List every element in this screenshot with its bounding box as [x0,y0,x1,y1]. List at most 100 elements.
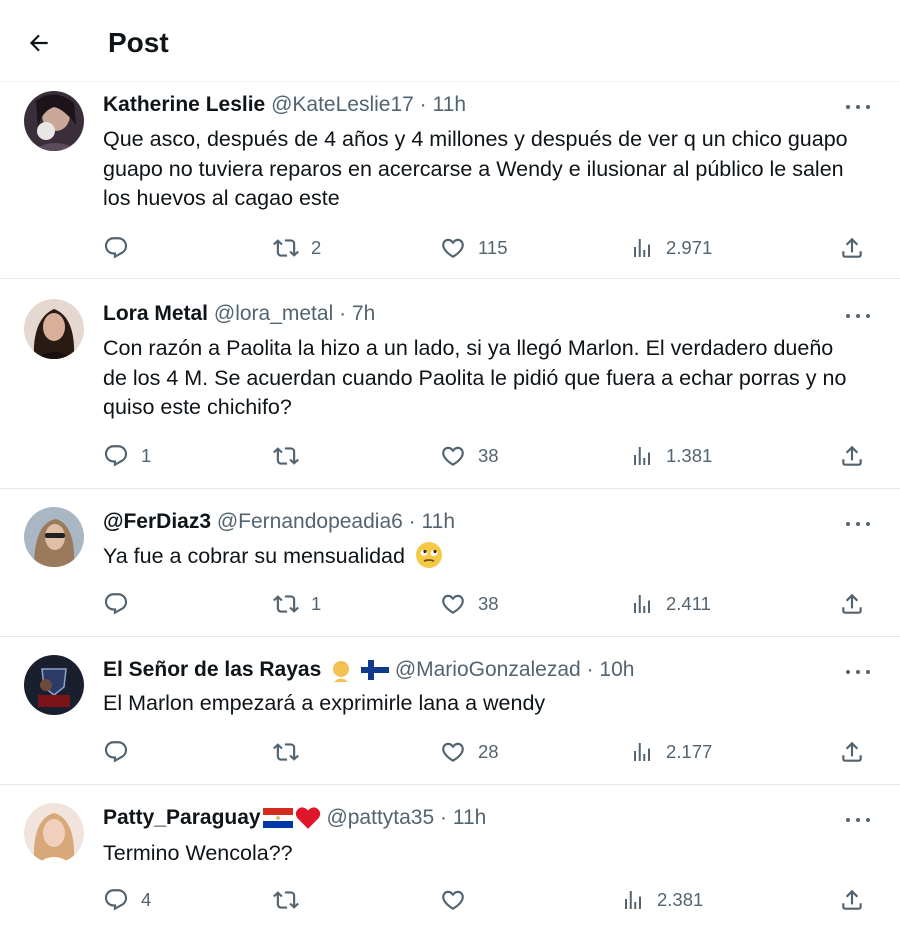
separator-dot: · [408,510,416,533]
author-name[interactable]: Lora Metal [103,302,208,325]
like-count: 28 [478,741,499,762]
reply-tweet[interactable]: Lora Metal @lora_metal · 7h Con razón a … [0,279,900,489]
reply-icon [104,889,128,911]
views-chart-icon [625,891,641,909]
author-handle[interactable]: @pattyta35 [326,806,434,829]
reply-tweet[interactable]: El Señor de las Rayas @MarioGonzalezad ·… [0,637,900,785]
share-button[interactable] [839,441,865,471]
retweet-button[interactable] [273,737,311,767]
avatar[interactable] [24,655,84,715]
view-count: 2.411 [666,593,711,614]
author-handle[interactable]: @lora_metal [214,302,333,325]
like-button[interactable]: 38 [440,589,499,619]
views-chart-icon [634,447,650,465]
timestamp[interactable]: 11h [453,806,486,829]
share-icon [842,889,862,910]
views-chart-icon [634,743,650,761]
reply-tweet[interactable]: Katherine Leslie @KateLeslie17 · 11h Que… [0,82,900,279]
avatar[interactable] [24,507,84,567]
views-button[interactable]: 2.411 [630,589,711,619]
more-options-button[interactable] [846,102,870,112]
like-count: 38 [478,445,499,466]
views-button[interactable]: 1.381 [630,441,712,471]
reply-count: 4 [141,889,152,910]
share-icon [842,593,862,614]
tweet-text: Con razón a Paolita la hizo a un lado, s… [103,336,847,419]
like-button[interactable] [440,885,478,915]
views-chart-icon [634,595,650,613]
tweet-body: Ya fue a cobrar su mensualidad [103,541,863,572]
page-title: Post [108,27,169,58]
more-options-button[interactable] [846,815,870,825]
red-heart [295,807,320,830]
reply-tweet[interactable]: Patty_Paraguay @pattyta35 · 11h Termino … [0,785,900,937]
views-button[interactable]: 2.971 [630,233,712,263]
reply-button[interactable]: 1 [103,441,151,471]
reply-button[interactable] [103,737,141,767]
more-options-button[interactable] [846,519,870,529]
top-bar: Post [0,0,900,82]
action-bar: 4 2.381 [103,885,873,915]
more-options-button[interactable] [846,311,870,321]
more-options-button[interactable] [846,667,870,677]
author-name[interactable]: El Señor de las Rayas [103,658,321,681]
separator-dot: · [339,302,347,325]
reply-icon [104,593,128,615]
like-button[interactable]: 28 [440,737,499,767]
author-handle[interactable]: @Fernandopeadia6 [217,510,403,533]
separator-dot: · [586,658,594,681]
separator-dot: · [419,93,427,116]
separator-dot: · [440,806,447,829]
like-button[interactable]: 38 [440,441,499,471]
timestamp[interactable]: 7h [352,302,375,325]
view-count: 2.381 [657,889,704,910]
timestamp[interactable]: 11h [422,510,455,533]
reply-icon [104,445,128,467]
retweet-button[interactable]: 1 [273,589,321,619]
like-button[interactable]: 115 [440,233,508,263]
retweet-count: 1 [311,593,322,614]
retweet-button[interactable] [273,885,311,915]
tweet-text: Termino Wencola?? [103,841,293,865]
view-count: 2.971 [666,237,713,258]
heart-icon [442,238,464,258]
reply-icon [104,237,128,259]
author-name[interactable]: @FerDiaz3 [103,510,211,533]
retweet-button[interactable]: 2 [273,233,321,263]
paraguay-flag [262,808,293,829]
tweet-text: El Marlon empezará a exprimirle lana a w… [103,691,546,715]
retweet-count: 2 [311,237,322,258]
reply-button[interactable] [103,233,141,263]
heart-icon [442,446,464,466]
retweet-icon [273,891,299,909]
timestamp[interactable]: 10h [599,658,634,681]
action-bar: 1 38 1.381 [103,441,873,471]
views-button[interactable]: 2.177 [630,737,712,767]
author-handle[interactable]: @KateLeslie17 [271,93,414,116]
avatar[interactable] [24,91,84,151]
view-count: 1.381 [666,445,713,466]
author-handle[interactable]: @MarioGonzalezad [395,658,581,681]
share-button[interactable] [839,589,865,619]
tweet-text: Ya fue a cobrar su mensualidad [103,544,405,568]
share-button[interactable] [839,737,865,767]
reply-tweet[interactable]: @FerDiaz3 @Fernandopeadia6 · 11h Ya fue … [0,489,900,637]
reply-button[interactable] [103,589,141,619]
share-button[interactable] [839,885,865,915]
views-chart-icon [634,239,650,257]
share-button[interactable] [839,233,865,263]
avatar[interactable] [24,803,84,863]
reply-count: 1 [141,445,152,466]
arrow-left-icon [29,34,48,52]
author-name[interactable]: Katherine Leslie [103,93,265,116]
retweet-button[interactable] [273,441,311,471]
author-name[interactable]: Patty_Paraguay [103,806,261,829]
action-bar: 1 38 2.411 [103,589,873,619]
reply-button[interactable]: 4 [103,885,151,915]
back-button[interactable] [20,24,58,62]
views-button[interactable]: 2.381 [621,885,703,915]
timestamp[interactable]: 11h [433,93,466,116]
finland-flag [360,660,389,681]
avatar[interactable] [24,299,84,359]
person-emoji [333,661,350,683]
